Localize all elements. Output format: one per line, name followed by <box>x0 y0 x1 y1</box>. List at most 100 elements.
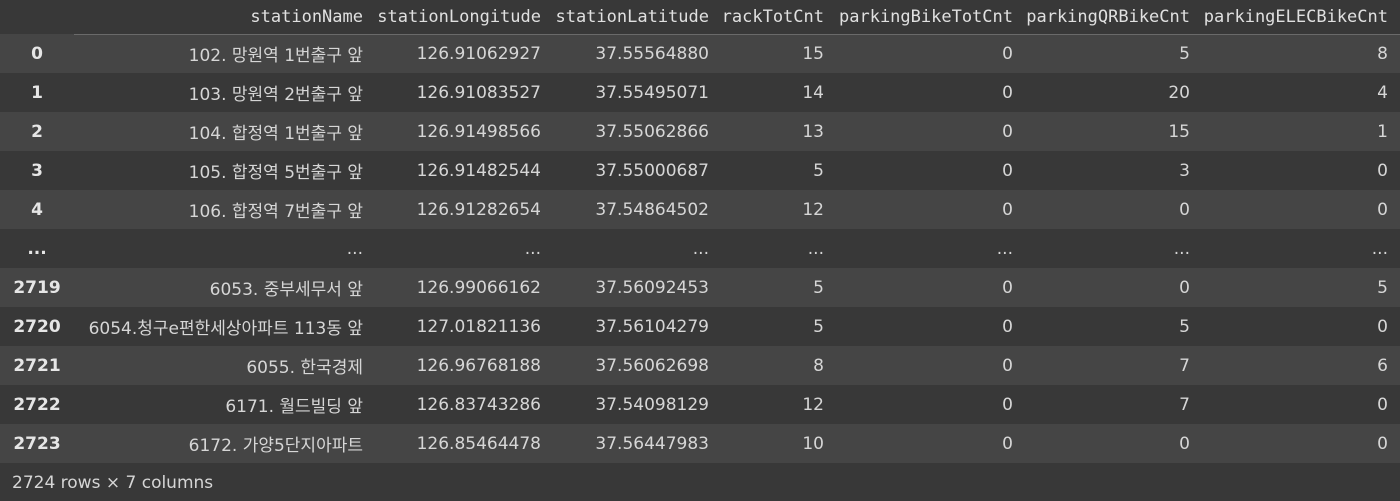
table-row: 4 106. 합정역 7번출구 앞 126.91282654 37.54864502 1… <box>0 190 1400 229</box>
column-header: stationName <box>74 0 375 35</box>
table-row: 2719 6053. 중부세무서 앞 126.99066162 37.56092453… <box>0 268 1400 307</box>
cell-stationLongitude: 126.91083527 <box>416 82 541 103</box>
column-header: parkingELECBikeCnt <box>1202 0 1400 35</box>
cell-parkingQRBikeCnt: 3 <box>1179 160 1190 181</box>
index-header <box>0 0 74 34</box>
cell-parkingBikeTotCnt: 0 <box>1002 121 1013 142</box>
shape-summary: 2724 rows × 7 columns <box>12 473 214 493</box>
cell-parkingBikeTotCnt: ... <box>996 238 1013 259</box>
header-row: stationName stationLongitude stationLati… <box>0 0 1400 35</box>
cell-stationName: 6053. 중부세무서 앞 <box>209 280 363 300</box>
cell-stationName: 6054.청구e편한세상아파트 113동 앞 <box>88 319 363 339</box>
cell-rackTotCnt: 8 <box>813 355 824 376</box>
cell-parkingBikeTotCnt: 0 <box>1002 160 1013 181</box>
cell-stationLongitude: 126.96768188 <box>416 355 541 376</box>
table-row: 0 102. 망원역 1번출구 앞 126.91062927 37.55564880 1… <box>0 34 1400 73</box>
cell-stationLongitude: 126.91062927 <box>416 43 541 64</box>
cell-parkingQRBikeCnt: 0 <box>1179 433 1190 454</box>
cell-stationLatitude: 37.54864502 <box>595 199 709 220</box>
cell-parkingQRBikeCnt: 0 <box>1179 277 1190 298</box>
cell-stationLatitude: 37.56062698 <box>595 355 709 376</box>
cell-rackTotCnt: ... <box>807 238 824 259</box>
cell-parkingELECBikeCnt: 6 <box>1377 355 1388 376</box>
cell-rackTotCnt: 5 <box>813 316 824 337</box>
cell-parkingQRBikeCnt: 7 <box>1179 394 1190 415</box>
cell-stationLongitude: 126.91482544 <box>416 160 541 181</box>
table-row: 1 103. 망원역 2번출구 앞 126.91083527 37.55495071 1… <box>0 73 1400 112</box>
cell-stationLongitude: 126.99066162 <box>416 277 541 298</box>
cell-parkingQRBikeCnt: 7 <box>1179 355 1190 376</box>
cell-stationName: ... <box>346 238 363 259</box>
cell-stationLatitude: 37.56104279 <box>595 316 709 337</box>
table-row: 2721 6055. 한국경제 126.96768188 37.56062698 8 0 7… <box>0 346 1400 385</box>
cell-parkingBikeTotCnt: 0 <box>1002 394 1013 415</box>
cell-rackTotCnt: 12 <box>802 199 824 220</box>
cell-parkingELECBikeCnt: 1 <box>1377 121 1388 142</box>
cell-parkingQRBikeCnt: 5 <box>1179 316 1190 337</box>
row-index: 2 <box>31 121 43 142</box>
cell-stationName: 6172. 가양5단지아파트 <box>188 436 363 456</box>
cell-parkingBikeTotCnt: 0 <box>1002 199 1013 220</box>
cell-parkingBikeTotCnt: 0 <box>1002 43 1013 64</box>
cell-stationLatitude: 37.56447983 <box>595 433 709 454</box>
cell-stationLatitude: ... <box>692 238 709 259</box>
table-row: 2722 6171. 월드빌딩 앞 126.83743286 37.54098129 1… <box>0 385 1400 424</box>
cell-stationName: 103. 망원역 2번출구 앞 <box>188 85 363 105</box>
cell-rackTotCnt: 15 <box>802 43 824 64</box>
row-index: 1 <box>31 82 43 103</box>
row-index: 2720 <box>13 316 61 337</box>
dataframe-table: stationName stationLongitude stationLati… <box>0 0 1400 463</box>
cell-stationLatitude: 37.55000687 <box>595 160 709 181</box>
cell-parkingELECBikeCnt: ... <box>1371 238 1388 259</box>
cell-stationLongitude: ... <box>524 238 541 259</box>
cell-stationLongitude: 126.85464478 <box>416 433 541 454</box>
cell-stationName: 6171. 월드빌딩 앞 <box>225 397 363 417</box>
cell-parkingELECBikeCnt: 0 <box>1377 433 1388 454</box>
table-row: 2723 6172. 가양5단지아파트 126.85464478 37.5644798… <box>0 424 1400 463</box>
cell-stationName: 105. 합정역 5번출구 앞 <box>188 163 363 183</box>
cell-parkingQRBikeCnt: 5 <box>1179 43 1190 64</box>
cell-parkingBikeTotCnt: 0 <box>1002 277 1013 298</box>
cell-parkingQRBikeCnt: 0 <box>1179 199 1190 220</box>
row-index: 2719 <box>13 277 61 298</box>
row-index: 4 <box>31 199 43 220</box>
cell-rackTotCnt: 5 <box>813 160 824 181</box>
cell-parkingELECBikeCnt: 4 <box>1377 82 1388 103</box>
cell-stationName: 102. 망원역 1번출구 앞 <box>188 46 363 67</box>
cell-parkingQRBikeCnt: 20 <box>1168 82 1190 103</box>
cell-stationLatitude: 37.55062866 <box>595 121 709 142</box>
cell-rackTotCnt: 5 <box>813 277 824 298</box>
cell-rackTotCnt: 10 <box>802 433 824 454</box>
dataframe-output: stationName stationLongitude stationLati… <box>0 0 1400 501</box>
table-row: 2720 6054.청구e편한세상아파트 113동 앞 127.01821136 37… <box>0 307 1400 346</box>
table-row: 3 105. 합정역 5번출구 앞 126.91482544 37.55000687 5… <box>0 151 1400 190</box>
cell-parkingBikeTotCnt: 0 <box>1002 433 1013 454</box>
cell-stationLatitude: 37.55564880 <box>595 43 709 64</box>
cell-stationLatitude: 37.56092453 <box>595 277 709 298</box>
row-index: ... <box>27 238 47 259</box>
cell-stationName: 106. 합정역 7번출구 앞 <box>188 202 363 222</box>
cell-parkingBikeTotCnt: 0 <box>1002 355 1013 376</box>
cell-rackTotCnt: 14 <box>802 82 824 103</box>
cell-parkingBikeTotCnt: 0 <box>1002 82 1013 103</box>
cell-parkingBikeTotCnt: 0 <box>1002 316 1013 337</box>
cell-parkingELECBikeCnt: 0 <box>1377 394 1388 415</box>
cell-stationLongitude: 126.91498566 <box>416 121 541 142</box>
row-index: 2721 <box>13 355 61 376</box>
row-index: 2722 <box>13 394 61 415</box>
cell-parkingELECBikeCnt: 0 <box>1377 316 1388 337</box>
cell-parkingQRBikeCnt: ... <box>1173 238 1190 259</box>
cell-stationName: 6055. 한국경제 <box>246 358 363 378</box>
cell-parkingELECBikeCnt: 0 <box>1377 160 1388 181</box>
column-header: stationLongitude <box>375 0 553 35</box>
cell-stationLongitude: 127.01821136 <box>416 316 541 337</box>
row-index: 3 <box>31 160 43 181</box>
cell-rackTotCnt: 12 <box>802 394 824 415</box>
table-row: ........................ <box>0 229 1400 268</box>
cell-stationLongitude: 126.91282654 <box>416 199 541 220</box>
cell-parkingQRBikeCnt: 15 <box>1168 121 1190 142</box>
column-header: parkingQRBikeCnt <box>1025 0 1202 35</box>
table-row: 2 104. 합정역 1번출구 앞 126.91498566 37.55062866 1… <box>0 112 1400 151</box>
row-index: 0 <box>31 43 43 64</box>
cell-parkingELECBikeCnt: 0 <box>1377 199 1388 220</box>
